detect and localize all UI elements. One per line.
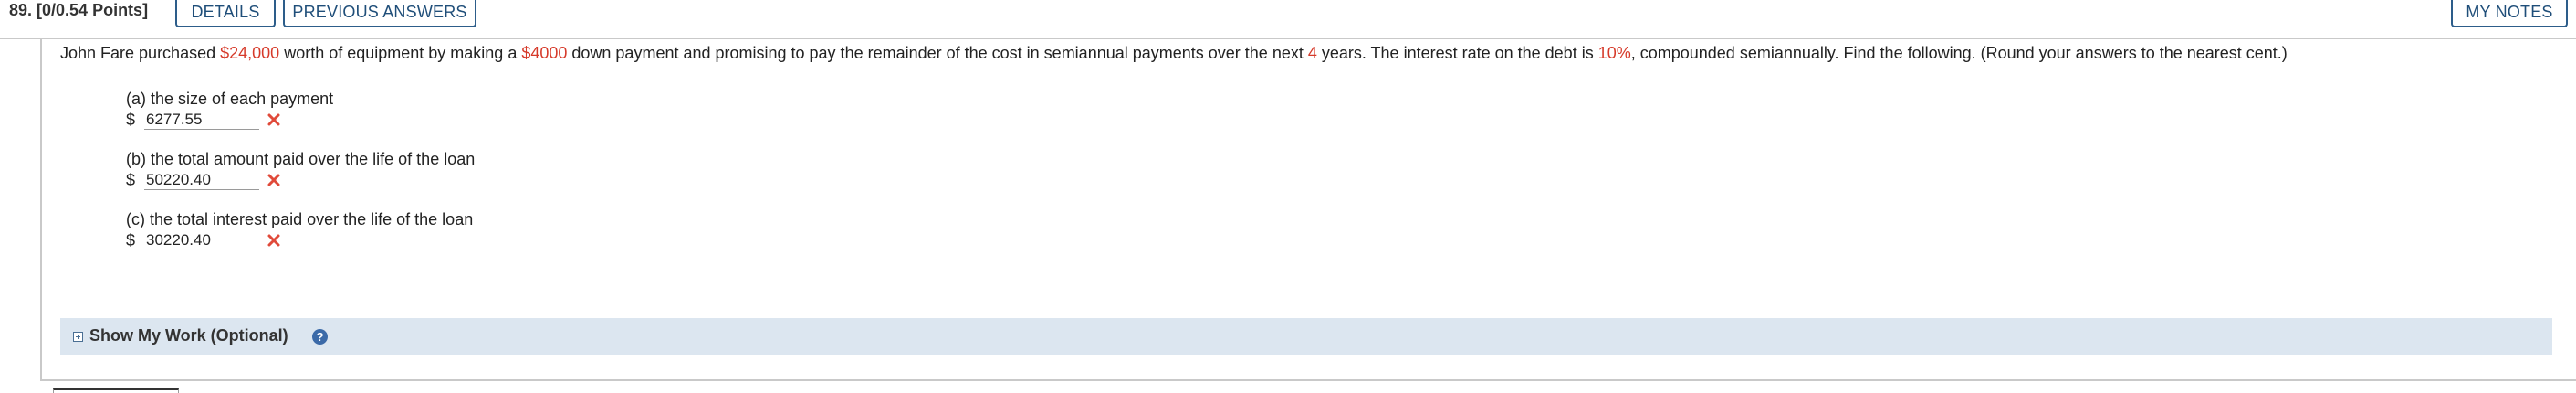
part-c: (c) the total interest paid over the lif… bbox=[126, 210, 473, 250]
question-text-4: years. The interest rate on the debt is bbox=[1316, 44, 1598, 62]
interest-rate: 10% bbox=[1597, 44, 1631, 62]
purchase-price: $24,000 bbox=[220, 44, 280, 62]
part-b-answer-input[interactable] bbox=[144, 170, 259, 190]
part-c-answer-input[interactable] bbox=[144, 230, 259, 250]
question-text: John Fare purchased $24,000 worth of equ… bbox=[60, 44, 2552, 62]
currency-symbol: $ bbox=[126, 231, 136, 250]
details-button[interactable]: DETAILS bbox=[175, 0, 276, 27]
question-text-1: John Fare purchased bbox=[60, 44, 221, 62]
show-my-work-bar[interactable]: Show My Work (Optional) ? bbox=[60, 318, 2552, 355]
loan-years: 4 bbox=[1307, 44, 1317, 62]
incorrect-x-icon bbox=[267, 234, 280, 247]
down-payment: $4000 bbox=[521, 44, 568, 62]
page: 89. [0/0.54 Points] DETAILS PREVIOUS ANS… bbox=[0, 0, 2576, 393]
previous-answers-button[interactable]: PREVIOUS ANSWERS bbox=[283, 0, 476, 27]
part-a-answer-row: $ bbox=[126, 110, 333, 130]
question-header: 89. [0/0.54 Points] DETAILS PREVIOUS ANS… bbox=[0, 0, 2576, 39]
part-a-label: (a) the size of each payment bbox=[126, 90, 334, 108]
part-c-label: (c) the total interest paid over the lif… bbox=[126, 210, 474, 228]
question-text-2: worth of equipment by making a bbox=[279, 44, 522, 62]
part-b-label: (b) the total amount paid over the life … bbox=[126, 150, 476, 168]
points-label: 89. [0/0.54 Points] bbox=[9, 1, 149, 19]
part-b: (b) the total amount paid over the life … bbox=[126, 150, 475, 190]
currency-symbol: $ bbox=[126, 171, 136, 189]
help-question-icon[interactable]: ? bbox=[312, 329, 328, 345]
incorrect-x-icon bbox=[267, 113, 280, 126]
incorrect-x-icon bbox=[267, 174, 280, 186]
question-panel: John Fare purchased $24,000 worth of equ… bbox=[40, 38, 2576, 381]
bottom-tab-edge bbox=[53, 388, 179, 393]
show-my-work-label[interactable]: Show My Work (Optional) bbox=[89, 326, 288, 345]
part-c-answer-row: $ bbox=[126, 230, 473, 250]
my-notes-button[interactable]: MY NOTES bbox=[2451, 0, 2568, 27]
question-text-3: down payment and promising to pay the re… bbox=[567, 44, 1308, 62]
part-a-answer-input[interactable] bbox=[144, 110, 259, 130]
part-b-answer-row: $ bbox=[126, 170, 475, 190]
part-a: (a) the size of each payment $ bbox=[126, 90, 333, 130]
currency-symbol: $ bbox=[126, 111, 136, 129]
question-text-5: , compounded semiannually. Find the foll… bbox=[1630, 44, 2288, 62]
expand-plus-icon[interactable] bbox=[73, 332, 83, 342]
